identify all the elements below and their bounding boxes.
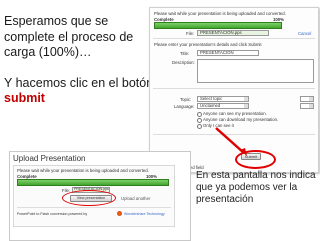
progress-bar [154, 22, 282, 29]
title-label: Title: [180, 51, 190, 56]
privacy-radio-3-label: Only I can see it [203, 123, 234, 128]
divider [153, 134, 315, 135]
language-select[interactable]: Unclaimed [197, 103, 249, 109]
upload-complete-screenshot: Upload Presentation Please wait while yo… [9, 151, 191, 241]
divider [153, 88, 315, 89]
file-name: PRESENTACION.pps [200, 30, 242, 35]
privacy-radio-3[interactable] [197, 124, 202, 129]
divider [17, 207, 171, 208]
wondershare-logo-icon [117, 211, 122, 216]
privacy-radio-1-label: Anyone can see my presentation. [203, 111, 267, 116]
topic-select-2[interactable] [300, 96, 314, 102]
topic-label: Topic: [180, 97, 192, 102]
privacy-radio-2[interactable] [197, 118, 202, 123]
powered-by-text: PowerPoint to Flash conversion powered b… [17, 212, 88, 216]
privacy-radio-1[interactable] [197, 112, 202, 117]
title-input[interactable]: PRESENTACION [197, 50, 259, 56]
instruction-text-top: Esperamos que se complete el proceso de … [4, 14, 154, 122]
title-value: PRESENTACION [200, 50, 234, 55]
instruction-paragraph-1: Esperamos que se complete el proceso de … [4, 14, 134, 59]
topic-select[interactable]: Select topic [197, 96, 249, 102]
language-label: Language: [174, 104, 195, 109]
upload-notice: Please wait while your presentation is b… [154, 11, 286, 16]
language-select-2[interactable] [300, 103, 314, 109]
instruction-paragraph-2: Y hacemos clic en el botón submit [4, 76, 154, 107]
details-prompt: Please enter your presentation's details… [154, 42, 262, 47]
upload-title: Upload Presentation [13, 154, 86, 163]
description-label: Description: [172, 60, 195, 65]
wondershare-link[interactable]: Wondershare Technology [124, 212, 165, 216]
upload-progress-bar [17, 179, 169, 186]
file-name-field: PRESENTACION.pps [197, 30, 269, 36]
description-textarea[interactable] [197, 59, 314, 83]
view-highlight-ellipse [62, 190, 116, 206]
instruction-paragraph-2-text: Y hacemos clic en el botón [4, 75, 154, 90]
file-label: File: [186, 31, 195, 36]
instruction-text-bottom: En esta pantalla nos indica que ya podem… [196, 170, 316, 205]
submit-highlight-ellipse [235, 150, 276, 169]
upload-details-form-screenshot: Please wait while your presentation is b… [149, 7, 319, 173]
submit-keyword: submit [4, 91, 45, 105]
language-value: Unclaimed [200, 103, 221, 108]
divider [153, 38, 315, 39]
upload-another-link[interactable]: Upload another [121, 196, 150, 201]
privacy-radio-2-label: Anyone can download my presentation. [203, 117, 279, 122]
topic-value: Select topic [200, 96, 223, 101]
cancel-link[interactable]: Cancel [298, 31, 311, 36]
upload-notice: Please wait while your presentation is b… [17, 168, 149, 173]
